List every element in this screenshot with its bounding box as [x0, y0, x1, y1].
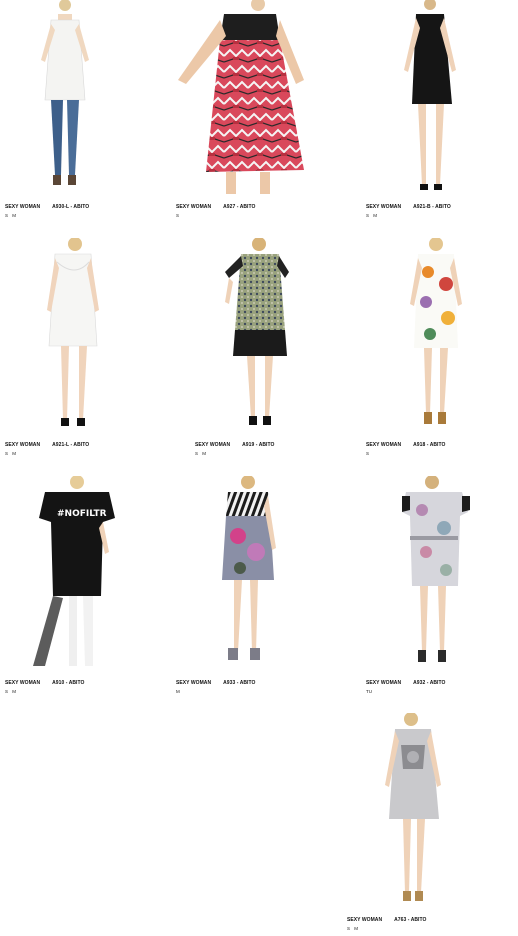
- product-title[interactable]: SEXY WOMAN A763 - ABITO: [347, 917, 426, 923]
- size-option[interactable]: M: [12, 689, 16, 694]
- size-option[interactable]: S: [347, 926, 350, 931]
- size-option[interactable]: M: [354, 926, 358, 931]
- size-option[interactable]: S: [176, 213, 179, 218]
- size-option[interactable]: TU: [366, 689, 372, 694]
- product-title[interactable]: SEXY WOMAN A918 - ABITO: [366, 442, 445, 448]
- product-image[interactable]: #NOFILTR: [5, 476, 177, 672]
- product-title[interactable]: SEXY WOMAN A921-L - ABITO: [5, 442, 89, 448]
- product-image[interactable]: [366, 238, 518, 434]
- product-sizes: S M: [366, 213, 380, 218]
- product-sizes: S M: [195, 451, 209, 456]
- product-sizes: S: [366, 451, 372, 456]
- product-image[interactable]: [195, 238, 367, 434]
- size-option[interactable]: S: [366, 451, 369, 456]
- product-title[interactable]: SEXY WOMAN A927 - ABITO: [176, 204, 255, 210]
- svg-text:#NOFILTR: #NOFILTR: [57, 509, 107, 519]
- size-option[interactable]: M: [176, 689, 180, 694]
- product-sizes: M: [176, 689, 183, 694]
- product-sizes: S: [176, 213, 182, 218]
- size-option[interactable]: S: [5, 451, 8, 456]
- size-option[interactable]: M: [12, 213, 16, 218]
- product-title[interactable]: SEXY WOMAN A910 - ABITO: [5, 680, 84, 686]
- product-image[interactable]: [5, 238, 177, 434]
- size-option[interactable]: S: [5, 689, 8, 694]
- product-sizes: S M: [347, 926, 361, 931]
- product-sizes: S M: [5, 451, 19, 456]
- size-option[interactable]: M: [373, 213, 377, 218]
- product-sizes: TU: [366, 689, 375, 694]
- size-option[interactable]: S: [195, 451, 198, 456]
- product-image[interactable]: [176, 476, 348, 672]
- product-sizes: S M: [5, 689, 19, 694]
- product-image[interactable]: [176, 0, 348, 196]
- product-sizes: S M: [5, 213, 19, 218]
- product-title[interactable]: SEXY WOMAN A919 - ABITO: [195, 442, 274, 448]
- product-image[interactable]: [347, 713, 518, 909]
- product-image[interactable]: [366, 0, 518, 196]
- size-option[interactable]: S: [366, 213, 369, 218]
- product-title[interactable]: SEXY WOMAN A933 - ABITO: [176, 680, 255, 686]
- product-title[interactable]: SEXY WOMAN A921-B - ABITO: [366, 204, 451, 210]
- product-image[interactable]: [5, 0, 177, 196]
- size-option[interactable]: S: [5, 213, 8, 218]
- size-option[interactable]: M: [202, 451, 206, 456]
- size-option[interactable]: M: [12, 451, 16, 456]
- product-image[interactable]: [366, 476, 518, 672]
- product-title[interactable]: SEXY WOMAN A932 - ABITO: [366, 680, 445, 686]
- product-title[interactable]: SEXY WOMAN A930-L - ABITO: [5, 204, 89, 210]
